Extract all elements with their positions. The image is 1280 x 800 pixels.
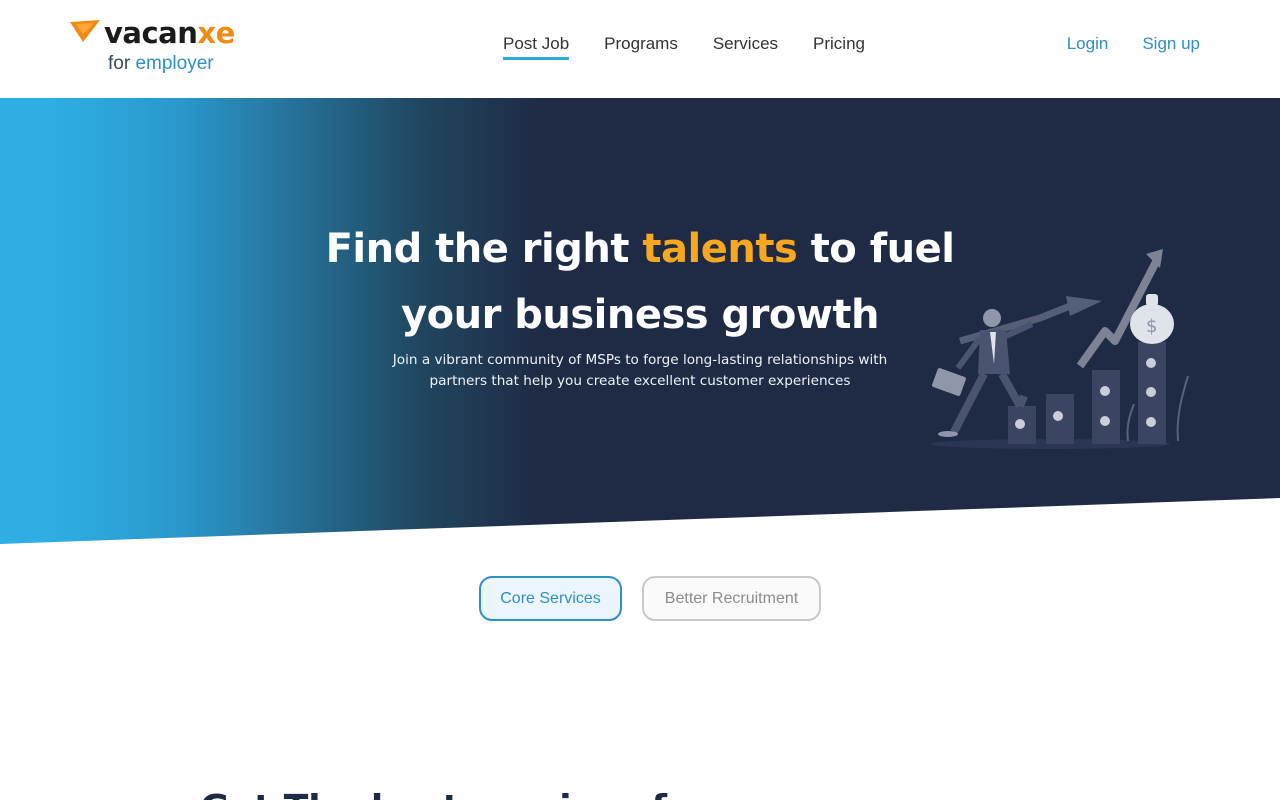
- login-link[interactable]: Login: [1067, 34, 1109, 54]
- nav-programs[interactable]: Programs: [604, 34, 678, 60]
- auth-links: Login Sign up: [1067, 34, 1200, 54]
- nav-post-job[interactable]: Post Job: [503, 34, 570, 60]
- brand-tagline: for employer: [108, 53, 214, 74]
- service-tabs: Core Services Better Recruitment: [479, 576, 821, 621]
- signup-link[interactable]: Sign up: [1142, 34, 1200, 54]
- hero-subtitle: Join a vibrant community of MSPs to forg…: [392, 352, 888, 389]
- nav-services[interactable]: Services: [713, 34, 778, 60]
- business-growth-illustration: $: [930, 249, 1189, 449]
- logo-arrow-icon: [70, 20, 100, 42]
- hero-banner: Find the right talents to fuel your busi…: [0, 98, 1280, 544]
- nav-pricing[interactable]: Pricing: [813, 34, 865, 60]
- main-nav: Post Job Programs Services Pricing: [503, 34, 865, 60]
- brand-logo[interactable]: vacanxe for employer: [70, 16, 250, 78]
- section-heading: Get The best services for: [200, 788, 900, 800]
- brand-name: vacanxe: [104, 16, 235, 50]
- tab-better-recruitment[interactable]: Better Recruitment: [642, 576, 821, 621]
- svg-text:$: $: [1146, 316, 1157, 337]
- site-header: vacanxe for employer Post Job Programs S…: [0, 0, 1280, 98]
- tab-core-services[interactable]: Core Services: [479, 576, 622, 621]
